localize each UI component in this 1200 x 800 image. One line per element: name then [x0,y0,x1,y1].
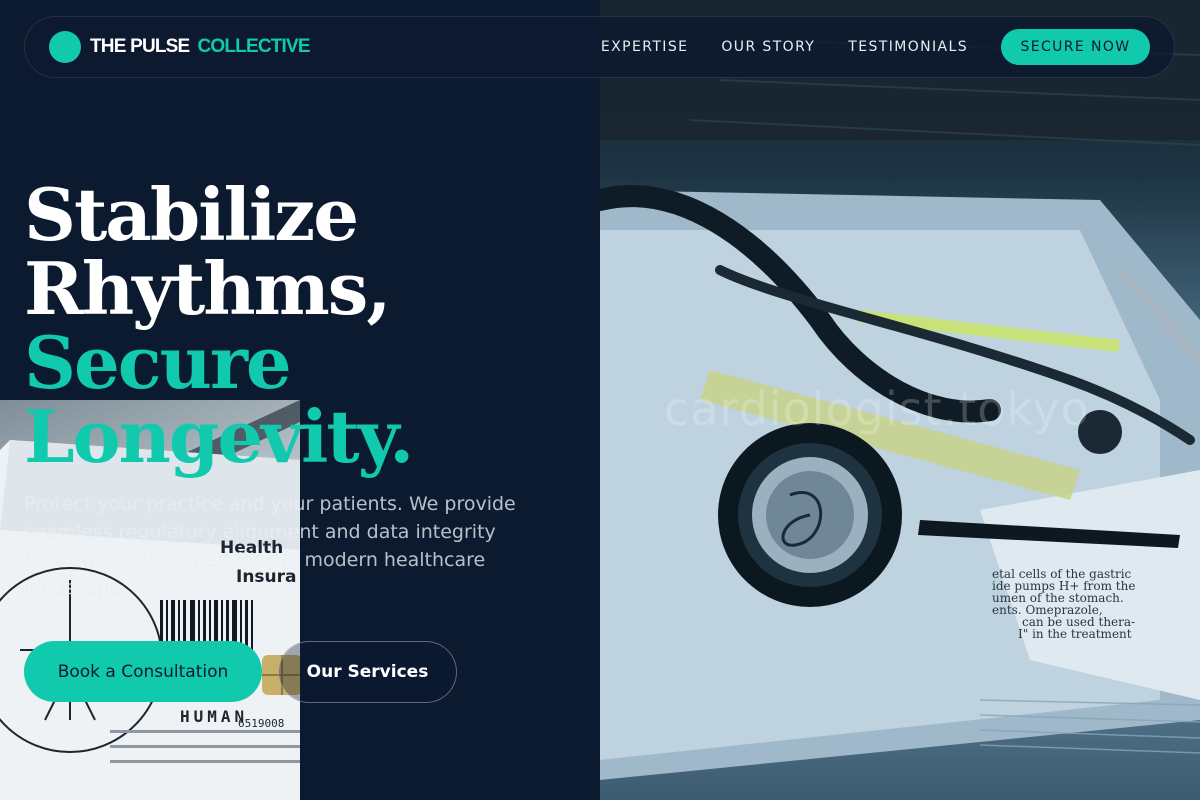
headline-line-2: Rhythms, [24,246,391,331]
book-consultation-button[interactable]: Book a Consultation [24,641,262,702]
nav-link-our-story[interactable]: OUR STORY [721,39,815,55]
hero-lead-paragraph: Protect your practice and your patients.… [24,493,516,599]
secure-now-button[interactable]: SECURE NOW [1001,29,1150,65]
top-navbar: THE PULSE COLLECTIVE EXPERTISE OUR STORY… [24,16,1175,78]
brand-logo[interactable]: THE PULSE COLLECTIVE [49,31,311,63]
brand-name-part-1: THE PULSE [90,36,190,57]
nav-links: EXPERTISE OUR STORY TESTIMONIALS SECURE … [568,29,1150,65]
card-text: 6519008 [238,717,284,730]
headline-line-4: Longevity. [24,394,414,479]
watermark-text: cardiologist.tokyo [664,382,1090,436]
nav-link-testimonials[interactable]: TESTIMONIALS [848,39,968,55]
brand-name-part-2: COLLECTIVE [197,36,310,57]
logo-circle-icon [49,31,81,63]
headline-line-3: Secure [24,320,292,405]
nav-link-expertise[interactable]: EXPERTISE [601,39,688,55]
our-services-button[interactable]: Our Services [278,641,457,703]
headline-line-1: Stabilize [24,172,359,257]
hero-headline: Stabilize Rhythms, Secure Longevity. [24,172,414,479]
hero-photo: cardiologist.tokyo etal cells of the gas… [600,0,1200,800]
